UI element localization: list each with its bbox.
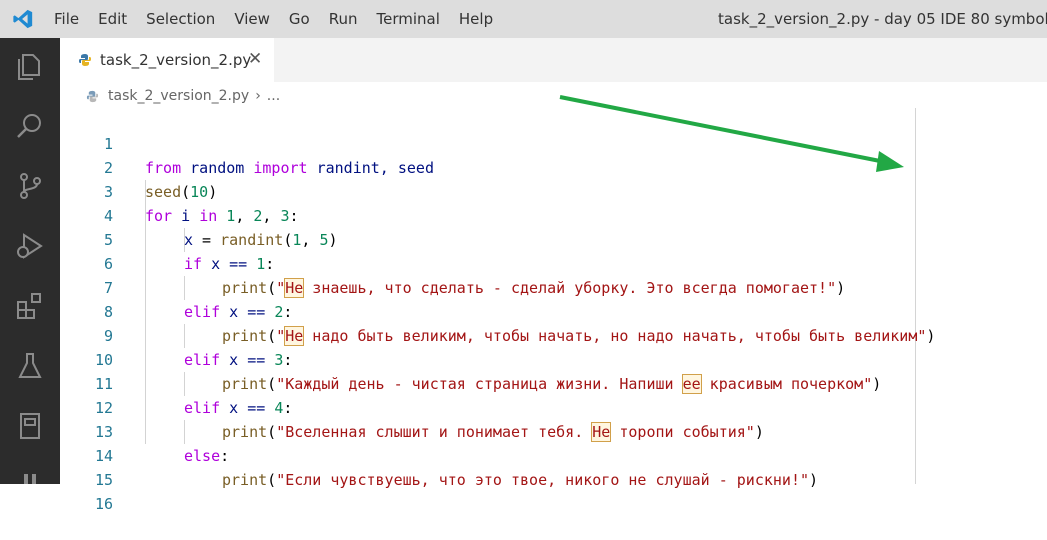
- code-line: 15: [60, 444, 1047, 489]
- python-file-icon: [79, 54, 91, 66]
- line-number: 16: [94, 495, 113, 513]
- menu-bar: File Edit Selection View Go Run Terminal…: [54, 0, 512, 38]
- notebook-icon[interactable]: [14, 410, 46, 442]
- code-line: 11 elif x == 4:: [60, 348, 1047, 417]
- code-line: 7 elif x == 2:: [60, 252, 1047, 321]
- breadcrumb-more[interactable]: ...: [267, 88, 280, 104]
- breadcrumb-separator: ›: [255, 88, 261, 104]
- source-control-icon[interactable]: [14, 170, 46, 202]
- search-icon[interactable]: [14, 110, 46, 142]
- menu-help[interactable]: Help: [459, 10, 493, 28]
- code-line: 2 seed(10): [60, 132, 1047, 201]
- explorer-icon[interactable]: [14, 50, 46, 82]
- menu-selection[interactable]: Selection: [146, 10, 215, 28]
- code-line: 16: [60, 468, 1047, 513]
- code-line: 6 print("Не знаешь, что сделать - сделай…: [60, 228, 1047, 298]
- vscode-logo-icon[interactable]: [12, 8, 34, 30]
- menu-file[interactable]: File: [54, 10, 79, 28]
- code-line: 12 print("Вселенная слышит и понимает те…: [60, 372, 1047, 442]
- extensions-icon[interactable]: [14, 290, 46, 322]
- tab-label: task_2_version_2.py: [100, 51, 252, 69]
- menu-go[interactable]: Go: [289, 10, 310, 28]
- code-line: 14 print("Если чувствуешь, что это твое,…: [60, 420, 1047, 489]
- python-file-icon: [86, 90, 99, 102]
- code-line: 5 if x == 1:: [60, 204, 1047, 273]
- menu-edit[interactable]: Edit: [98, 10, 127, 28]
- activity-bar: [0, 38, 60, 484]
- menu-run[interactable]: Run: [329, 10, 358, 28]
- code-line: 8 print("Не надо быть великим, чтобы нач…: [60, 276, 1047, 346]
- menu-view[interactable]: View: [234, 10, 270, 28]
- code-line: 10 print("Каждый день - чистая страница …: [60, 324, 1047, 394]
- code-line: 4 x = randint(1, 5): [60, 180, 1047, 249]
- window-title: task_2_version_2.py - day 05 IDE 80 symb…: [718, 10, 1047, 28]
- close-icon[interactable]: ✕: [248, 49, 262, 69]
- code-line: 13 else:: [60, 396, 1047, 465]
- tab-task-2-version-2[interactable]: task_2_version_2.py ✕: [60, 38, 274, 82]
- code-editor[interactable]: 1 from random import randint, seed 2 see…: [60, 108, 1047, 513]
- testing-icon[interactable]: [14, 350, 46, 382]
- more-icon[interactable]: [14, 468, 46, 500]
- title-bar: File Edit Selection View Go Run Terminal…: [0, 0, 1047, 38]
- run-debug-icon[interactable]: [14, 230, 46, 262]
- breadcrumb-file[interactable]: task_2_version_2.py: [108, 88, 249, 104]
- code-line: 3 for i in 1, 2, 3:: [60, 156, 1047, 225]
- menu-terminal[interactable]: Terminal: [377, 10, 440, 28]
- breadcrumb: task_2_version_2.py › ...: [86, 86, 280, 106]
- code-line: 9 elif x == 3:: [60, 300, 1047, 369]
- code-line: 1 from random import randint, seed: [60, 108, 1047, 177]
